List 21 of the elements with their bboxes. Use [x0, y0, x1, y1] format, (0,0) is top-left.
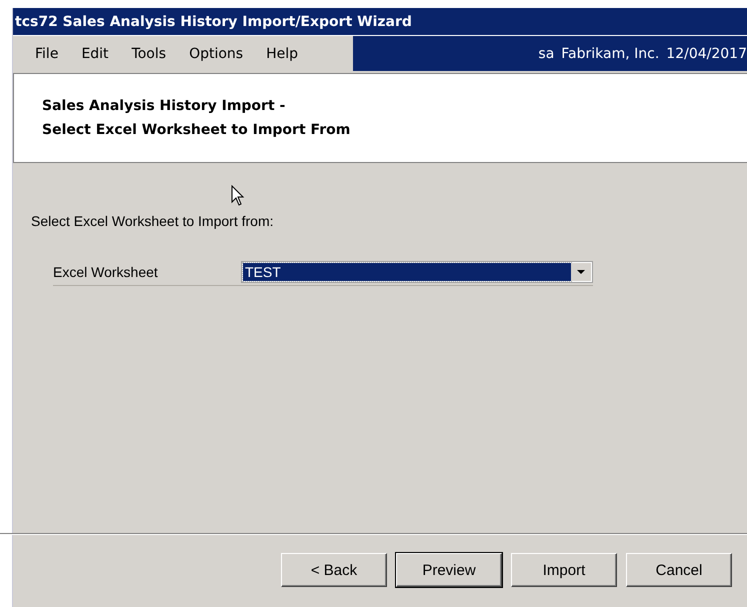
wizard-button[interactable]: Preview [396, 553, 502, 587]
user-date: 12/04/2017 [666, 46, 747, 62]
header-subtitle: Select Excel Worksheet to Import From [42, 122, 352, 138]
wizard-button[interactable]: Import [511, 553, 617, 587]
menu-item[interactable]: Tools [120, 46, 178, 62]
menu-item[interactable]: Options [177, 46, 254, 62]
window-title: tcs72 Sales Analysis History Import/Export Wizard [13, 8, 747, 35]
header-title: Sales Analysis History Import - [42, 98, 286, 114]
dropdown-arrow-icon [577, 270, 585, 274]
company-name: Fabrikam, Inc. [561, 46, 660, 62]
menu-item[interactable]: Edit [69, 46, 120, 62]
worksheet-dropdown[interactable]: TEST [241, 261, 593, 283]
wizard-button[interactable]: < Back [281, 553, 387, 587]
instruction-text: Select Excel Worksheet to Import from: [31, 213, 274, 229]
wizard-button[interactable]: Cancel [626, 553, 732, 587]
menu-item[interactable]: Help [254, 46, 310, 62]
dropdown-value: TEST [243, 263, 571, 281]
user-name: sa [538, 46, 554, 62]
field-label: Excel Worksheet [53, 264, 159, 280]
cursor-icon [231, 185, 245, 207]
menu-item[interactable]: File [23, 46, 70, 62]
